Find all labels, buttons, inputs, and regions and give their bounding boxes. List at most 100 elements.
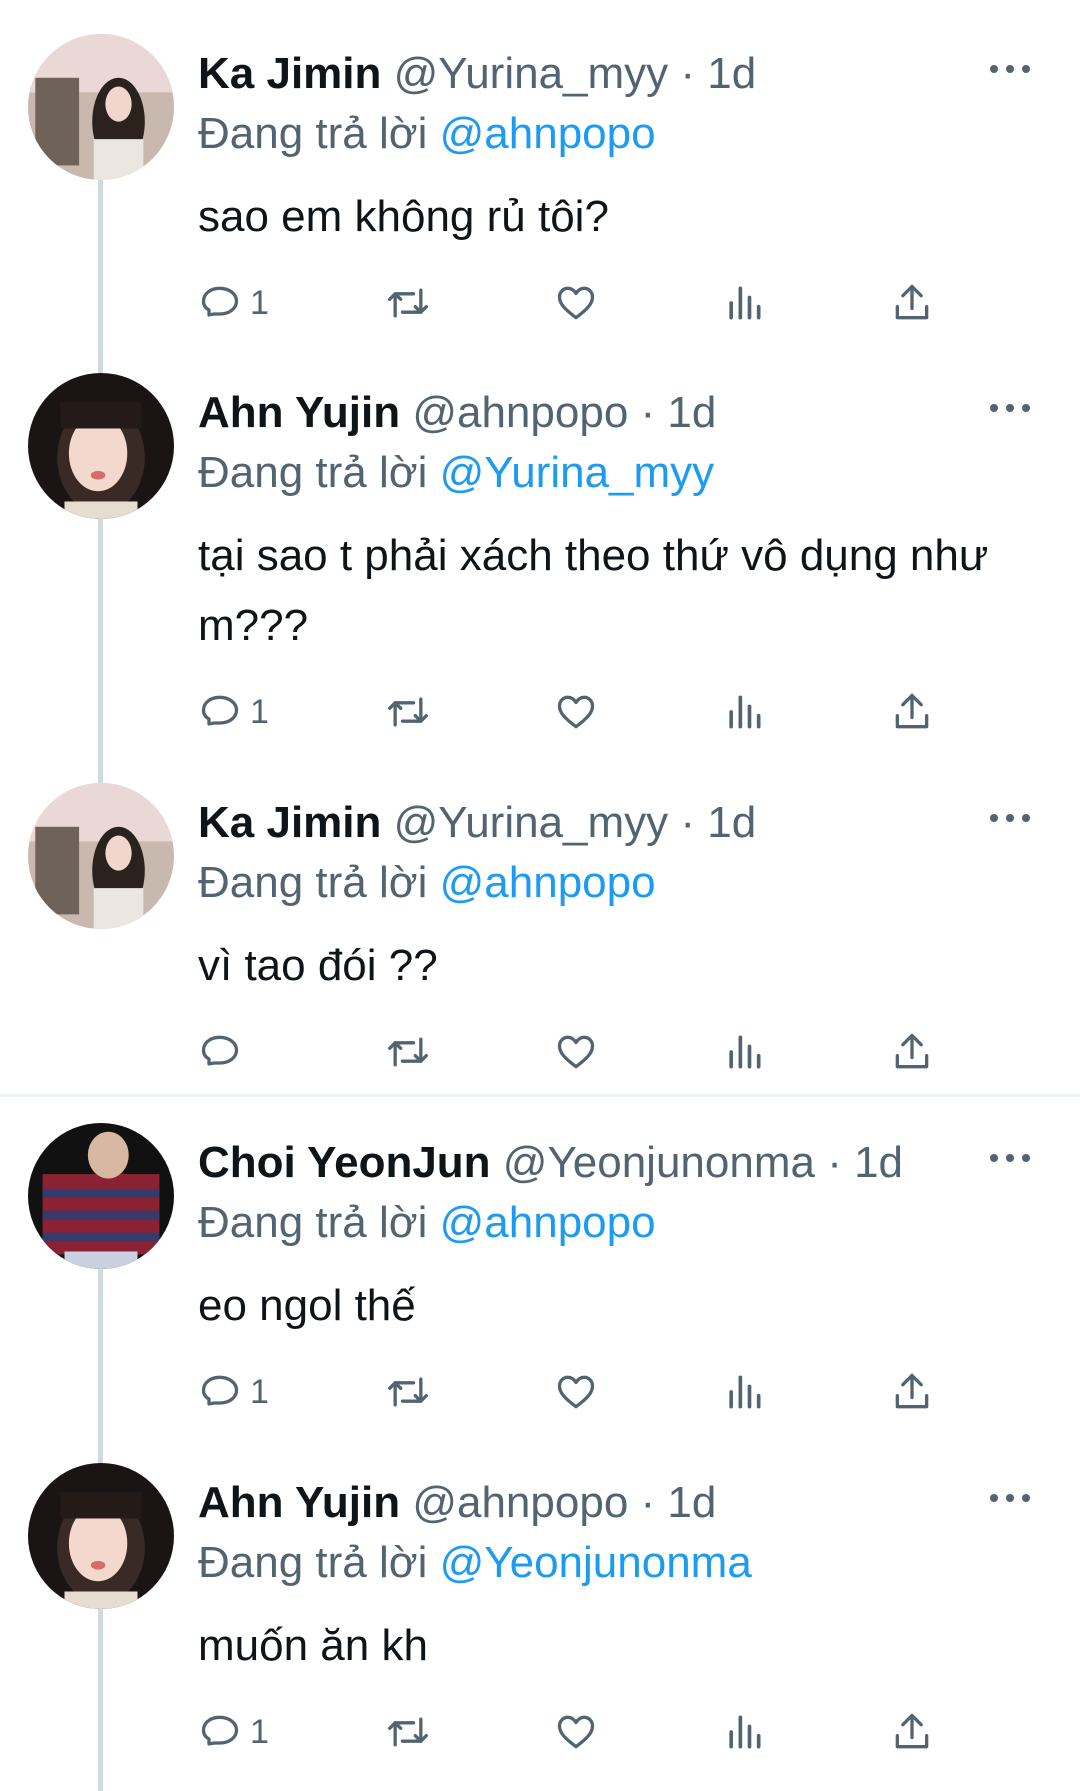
more-options-icon[interactable] [990,62,1030,76]
reply-button[interactable] [198,1027,250,1077]
reply-prefix: Đang trả lời [198,109,428,158]
reply-button[interactable]: 1 [198,1707,269,1757]
share-button[interactable] [890,1027,934,1077]
reply-prefix: Đang trả lời [198,858,428,907]
retweet-icon [388,1717,428,1747]
like-button[interactable] [554,1707,598,1757]
avatar[interactable] [28,783,174,929]
tweet-header: Choi YeonJun @Yeonjunonma · 1d [198,1135,903,1191]
reply-icon [201,1375,239,1406]
reply-prefix: Đang trả lời [198,448,428,497]
display-name[interactable]: Ka Jimin [198,798,381,847]
display-name[interactable]: Ahn Yujin [198,388,400,437]
share-icon [895,1373,929,1409]
retweet-button[interactable] [386,1027,430,1077]
views-button[interactable] [722,278,766,328]
mention-link[interactable]: @Yeonjunonma [440,1538,752,1587]
replying-to: Đang trả lời @ahnpopo [198,855,656,911]
reply-count: 1 [250,692,269,731]
tweet-actions [198,1027,1018,1077]
mention-link[interactable]: @ahnpopo [440,1198,656,1247]
mention-link[interactable]: @ahnpopo [440,858,656,907]
retweet-button[interactable] [386,1367,430,1417]
views-icon [729,1715,761,1749]
like-button[interactable] [554,1027,598,1077]
thread-line [98,1268,103,1463]
replying-to: Đang trả lời @Yurina_myy [198,445,714,501]
display-name[interactable]: Choi YeonJun [198,1138,491,1187]
like-button[interactable] [554,1367,598,1417]
retweet-button[interactable] [386,687,430,737]
more-options-icon[interactable] [990,811,1030,825]
like-button[interactable] [554,278,598,328]
views-button[interactable] [722,1367,766,1417]
heart-icon [557,286,595,320]
display-name[interactable]: Ka Jimin [198,49,381,98]
share-icon [895,1713,929,1749]
retweet-button[interactable] [386,278,430,328]
timestamp[interactable]: · 1d [680,798,756,847]
reply-count: 1 [250,1372,269,1411]
tweet-header: Ka Jimin @Yurina_myy · 1d [198,795,756,851]
avatar[interactable] [28,1123,174,1269]
more-options-icon[interactable] [990,1491,1030,1505]
views-icon [729,695,761,729]
user-handle[interactable]: @Yurina_myy [394,798,669,847]
views-button[interactable] [722,1027,766,1077]
tweet-actions: 1 [198,687,1018,737]
views-icon [729,286,761,320]
reply-button[interactable]: 1 [198,687,269,737]
share-icon [895,693,929,729]
share-button[interactable] [890,1367,934,1417]
thread-separator [0,1094,1080,1097]
views-icon [729,1035,761,1069]
user-handle[interactable]: @ahnpopo [412,1478,628,1527]
user-handle[interactable]: @Yeonjunonma [503,1138,815,1187]
user-handle[interactable]: @ahnpopo [412,388,628,437]
display-name[interactable]: Ahn Yujin [198,1478,400,1527]
share-button[interactable] [890,1707,934,1757]
timestamp[interactable]: · 1d [641,1478,717,1527]
timestamp[interactable]: · 1d [680,49,756,98]
mention-link[interactable]: @Yurina_myy [440,448,715,497]
tweet-text: vì tao đói ?? [198,941,438,990]
like-button[interactable] [554,687,598,737]
tweet-header: Ahn Yujin @ahnpopo · 1d [198,1475,716,1531]
tweet-header: Ahn Yujin @ahnpopo · 1d [198,385,716,441]
heart-icon [557,1035,595,1069]
retweet-icon [388,1037,428,1067]
views-button[interactable] [722,687,766,737]
share-icon [895,284,929,320]
user-handle[interactable]: @Yurina_myy [394,49,669,98]
retweet-icon [388,697,428,727]
retweet-button[interactable] [386,1707,430,1757]
reply-prefix: Đang trả lời [198,1198,428,1247]
reply-count: 1 [250,1712,269,1751]
retweet-icon [388,1377,428,1407]
timestamp[interactable]: · 1d [827,1138,903,1187]
heart-icon [557,1375,595,1409]
reply-button[interactable]: 1 [198,1367,269,1417]
more-options-icon[interactable] [990,1151,1030,1165]
reply-button[interactable]: 1 [198,278,269,328]
thread-line [98,178,103,374]
mention-link[interactable]: @ahnpopo [440,109,656,158]
avatar[interactable] [28,1463,174,1609]
share-icon [895,1033,929,1069]
replying-to: Đang trả lời @ahnpopo [198,106,656,162]
share-button[interactable] [890,687,934,737]
avatar[interactable] [28,34,174,180]
tweet-actions: 1 [198,1707,1018,1757]
share-button[interactable] [890,278,934,328]
reply-icon [201,1715,239,1746]
tweet-actions: 1 [198,1367,1018,1417]
replying-to: Đang trả lời @Yeonjunonma [198,1535,752,1591]
more-options-icon[interactable] [990,401,1030,415]
tweet-header: Ka Jimin @Yurina_myy · 1d [198,46,756,102]
heart-icon [557,695,595,729]
tweet-text: tại sao t phải xách theo thứ vô dụng như… [198,531,989,650]
timestamp[interactable]: · 1d [641,388,717,437]
tweet-text: eo ngol thế [198,1281,416,1330]
avatar[interactable] [28,373,174,519]
views-button[interactable] [722,1707,766,1757]
